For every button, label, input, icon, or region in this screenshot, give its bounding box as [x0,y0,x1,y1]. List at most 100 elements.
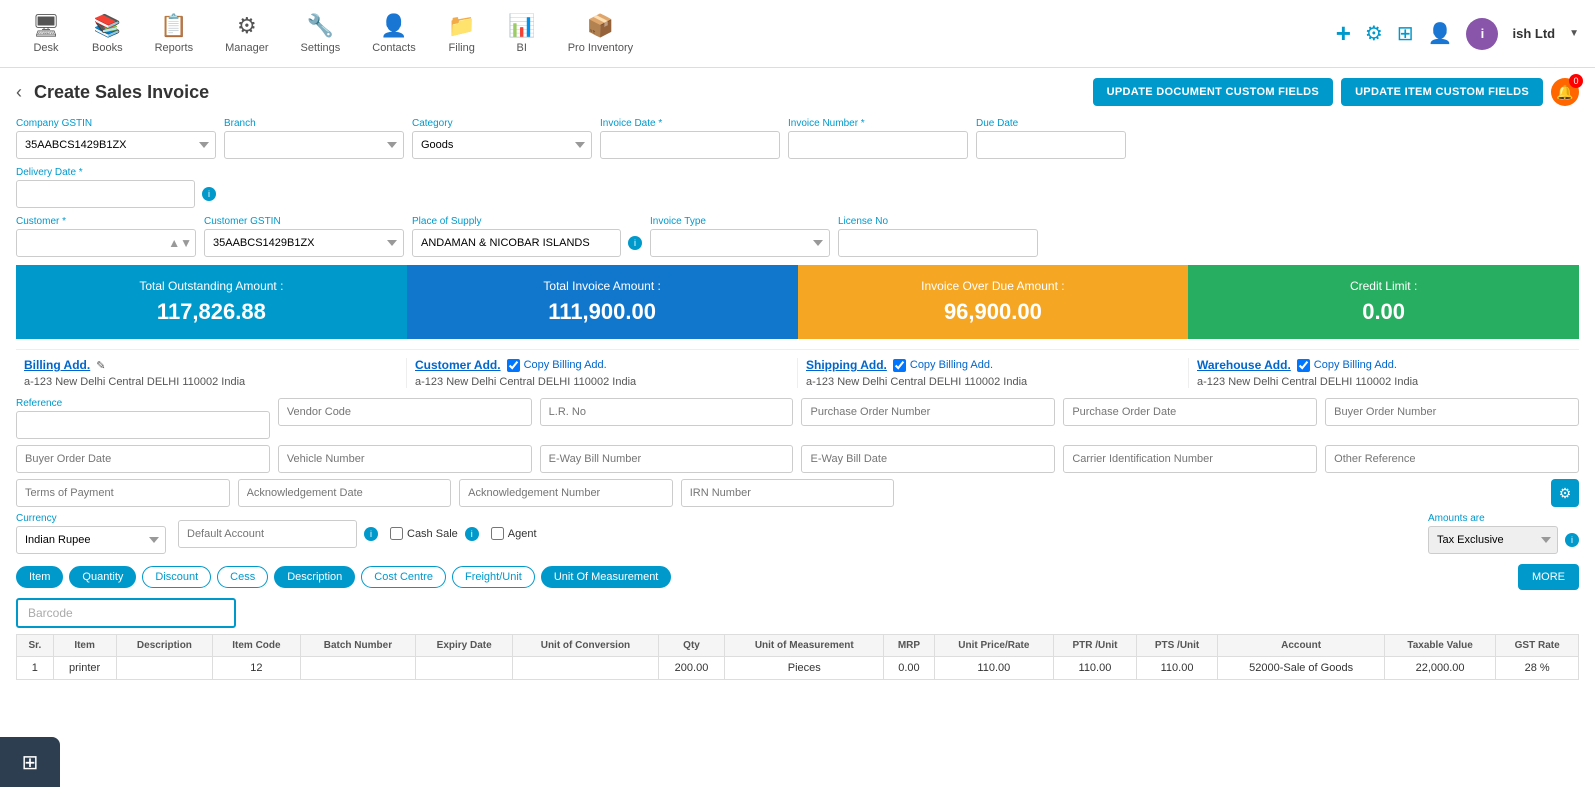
user-nav-icon[interactable]: 👤 [1428,21,1453,46]
due-date-input[interactable] [976,131,1126,159]
invoice-date-input[interactable]: 26/10/2021 [600,131,780,159]
more-button[interactable]: MORE [1518,564,1579,590]
customer-copy-billing-check[interactable]: Copy Billing Add. [507,359,607,372]
gear-nav-icon[interactable]: ⚙ [1365,21,1383,46]
notification-button[interactable]: 🔔 0 [1551,78,1579,106]
buyer-order-date-input[interactable] [16,445,270,473]
nav-item-bi[interactable]: 📊 BI [492,5,552,62]
cash-sale-info-icon[interactable]: i [465,527,479,541]
table-cell[interactable] [416,657,513,680]
nav-item-books[interactable]: 📚 Books [76,5,139,62]
other-ref-input[interactable] [1325,445,1579,473]
table-cell[interactable]: 110.00 [934,657,1054,680]
grid-icon[interactable]: ⊞ [1397,21,1414,46]
place-of-supply-select[interactable]: ANDAMAN & NICOBAR ISLANDS [412,229,621,257]
license-no-input[interactable] [838,229,1038,257]
warehouse-copy-billing-check[interactable]: Copy Billing Add. [1297,359,1397,372]
irn-input[interactable] [681,479,895,507]
place-of-supply-info-icon[interactable]: i [628,236,642,250]
update-doc-button[interactable]: UPDATE DOCUMENT CUSTOM FIELDS [1093,78,1333,106]
toggle-cost-centre[interactable]: Cost Centre [361,566,446,588]
table-cell[interactable]: 0.00 [884,657,934,680]
toggle-cess[interactable]: Cess [217,566,268,588]
nav-label-desk: Desk [33,42,58,54]
amounts-are-info-icon[interactable]: i [1565,533,1579,547]
category-select[interactable]: Goods [412,131,592,159]
carrier-input[interactable] [1063,445,1317,473]
nav-item-desk[interactable]: 🖥 Desk [16,5,76,62]
cash-sale-checkbox[interactable] [390,527,403,540]
default-account-field: i [178,520,378,548]
amounts-are-select[interactable]: Tax Exclusive [1428,526,1558,554]
terms-input[interactable] [16,479,230,507]
billing-edit-icon[interactable]: ✎ [96,359,105,372]
agent-checkbox[interactable] [491,527,504,540]
purchase-order-date-input[interactable] [1063,398,1317,426]
table-cell[interactable] [300,657,416,680]
lr-no-input[interactable] [540,398,794,426]
table-cell[interactable]: 52000-Sale of Goods [1218,657,1384,680]
shipping-copy-billing-check[interactable]: Copy Billing Add. [893,359,993,372]
table-cell[interactable]: 12 [213,657,300,680]
billing-add-link[interactable]: Billing Add. [24,358,90,372]
currency-select[interactable]: Indian Rupee [16,526,166,554]
toggle-freight-unit[interactable]: Freight/Unit [452,566,535,588]
nav-item-settings[interactable]: 🔧 Settings [285,5,357,62]
toggle-unit-of-measurement[interactable]: Unit Of Measurement [541,566,672,588]
nav-label-reports: Reports [155,42,194,54]
nav-item-reports[interactable]: 📋 Reports [139,5,210,62]
buyer-order-input[interactable] [1325,398,1579,426]
nav-item-filing[interactable]: 📁 Filing [432,5,492,62]
table-cell[interactable] [116,657,213,680]
table-cell[interactable]: 28 % [1496,657,1579,680]
add-button[interactable]: + [1336,18,1351,49]
delivery-date-input[interactable] [16,180,195,208]
user-dropdown-arrow[interactable]: ▼ [1569,28,1579,39]
table-cell[interactable]: 1 [17,657,54,680]
delivery-date-info-icon[interactable]: i [202,187,216,201]
table-cell[interactable]: 22,000.00 [1384,657,1496,680]
toggle-description[interactable]: Description [274,566,355,588]
eway-bill-date-input[interactable] [801,445,1055,473]
nav-item-manager[interactable]: ⚙ Manager [209,5,284,62]
nav-item-pro-inventory[interactable]: 📦 Pro Inventory [552,5,649,62]
vehicle-number-input[interactable] [278,445,532,473]
table-cell[interactable]: 110.00 [1136,657,1218,680]
category-label: Category [412,118,592,129]
branch-select[interactable] [224,131,404,159]
warehouse-add-link[interactable]: Warehouse Add. [1197,358,1291,372]
table-row: 1printer12200.00Pieces0.00110.00110.0011… [17,657,1579,680]
update-item-button[interactable]: UPDATE ITEM CUSTOM FIELDS [1341,78,1543,106]
back-button[interactable]: ‹ [16,82,22,103]
table-cell[interactable] [513,657,659,680]
bottom-grid-icon[interactable]: ⊞ [22,750,39,775]
reference-input[interactable]: 10 [16,411,270,439]
toggle-discount[interactable]: Discount [142,566,211,588]
books-icon: 📚 [94,13,121,39]
toggle-quantity[interactable]: Quantity [69,566,136,588]
cash-sale-label[interactable]: Cash Sale i [390,527,479,541]
settings-float-button[interactable]: ⚙ [1551,479,1579,507]
purchase-order-input[interactable] [801,398,1055,426]
agent-label[interactable]: Agent [491,527,537,540]
shipping-add-link[interactable]: Shipping Add. [806,358,887,372]
invoice-type-select[interactable] [650,229,830,257]
nav-item-contacts[interactable]: 👤 Contacts [356,5,431,62]
acknowledgement-date-input[interactable] [238,479,452,507]
default-account-input[interactable] [178,520,357,548]
acknowledgement-number-input[interactable] [459,479,673,507]
table-cell[interactable]: printer [53,657,116,680]
table-cell[interactable]: Pieces [725,657,884,680]
table-cell[interactable]: 200.00 [658,657,724,680]
vendor-code-input[interactable] [278,398,532,426]
invoice-number-input[interactable] [788,131,968,159]
customer-gstin-select[interactable]: 35AABCS1429B1ZX [204,229,404,257]
company-gstin-select[interactable]: 35AABCS1429B1ZX [16,131,216,159]
eway-bill-input[interactable] [540,445,794,473]
barcode-input[interactable] [16,598,236,628]
buyer-order-date-field [16,445,270,473]
table-cell[interactable]: 110.00 [1054,657,1137,680]
toggle-item[interactable]: Item [16,566,63,588]
customer-add-link[interactable]: Customer Add. [415,358,501,372]
default-account-info-icon[interactable]: i [364,527,378,541]
